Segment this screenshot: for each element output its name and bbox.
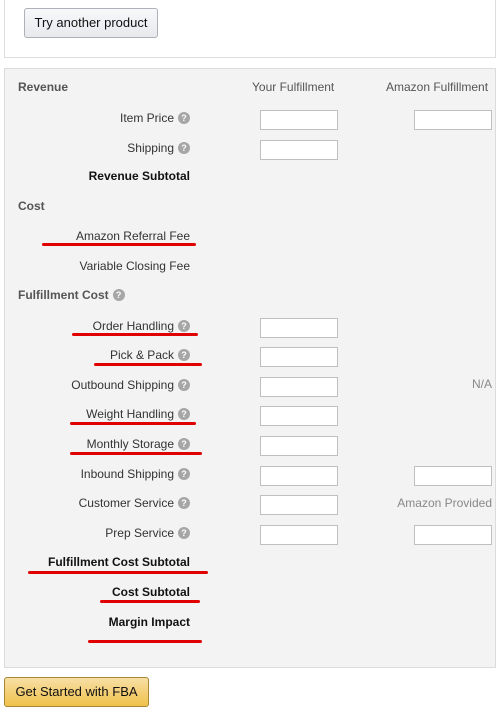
weight-handling-label: Weight Handling? [86, 406, 190, 422]
cost-subtotal-label: Cost Subtotal [112, 585, 190, 599]
prep-service-label: Prep Service? [105, 525, 190, 541]
shipping-label: Shipping? [127, 140, 190, 156]
margin-impact-label: Margin Impact [108, 615, 190, 629]
revenue-subtotal-label: Revenue Subtotal [88, 169, 190, 183]
pick-pack-input[interactable] [260, 347, 338, 367]
outbound-shipping-label: Outbound Shipping? [71, 377, 190, 393]
try-another-product-button[interactable]: Try another product [24, 8, 158, 38]
pick-pack-label: Pick & Pack? [110, 347, 190, 363]
help-icon[interactable]: ? [178, 407, 190, 420]
inbound-shipping-amazon-input[interactable] [414, 466, 492, 486]
customer-service-amazon-value: Amazon Provided [397, 496, 492, 510]
variable-closing-fee-label: Variable Closing Fee [79, 259, 190, 273]
margin-impact-underline [88, 640, 202, 643]
fulfillment-cost-section-title: Fulfillment Cost? [18, 288, 125, 302]
top-area: Try another product [0, 0, 500, 60]
outbound-shipping-input[interactable] [260, 377, 338, 397]
help-icon[interactable]: ? [178, 526, 190, 539]
item-price-your-input[interactable] [260, 110, 338, 130]
inbound-shipping-label: Inbound Shipping? [81, 466, 190, 482]
help-icon[interactable]: ? [178, 348, 190, 361]
customer-service-label: Customer Service? [79, 495, 190, 511]
order-handling-input[interactable] [260, 318, 338, 338]
inbound-shipping-your-input[interactable] [260, 466, 338, 486]
help-icon[interactable]: ? [178, 319, 190, 332]
prep-service-your-input[interactable] [260, 525, 338, 545]
help-icon[interactable]: ? [112, 288, 125, 301]
item-price-label: Item Price? [120, 110, 190, 126]
order-handling-underline [72, 333, 198, 336]
weight-handling-input[interactable] [260, 406, 338, 426]
fee-calculator-panel [4, 68, 496, 668]
pick-pack-underline [94, 363, 202, 366]
referral-fee-underline [42, 243, 196, 246]
monthly-storage-label: Monthly Storage? [87, 436, 190, 452]
fulfillment-subtotal-underline [28, 571, 208, 574]
weight-handling-underline [70, 422, 196, 425]
help-icon[interactable]: ? [178, 111, 190, 124]
get-started-with-fba-button[interactable]: Get Started with FBA [4, 677, 149, 707]
help-icon[interactable]: ? [178, 437, 190, 450]
outbound-shipping-amazon-value: N/A [471, 377, 492, 391]
revenue-header: Revenue [18, 80, 69, 94]
help-icon[interactable]: ? [178, 141, 190, 154]
help-icon[interactable]: ? [178, 467, 190, 480]
help-icon[interactable]: ? [178, 378, 190, 391]
fulfillment-cost-subtotal-label: Fulfillment Cost Subtotal [48, 555, 190, 569]
help-icon[interactable]: ? [178, 496, 190, 509]
cost-subtotal-underline [100, 600, 200, 603]
amazon-fulfillment-header: Amazon Fulfillment [386, 80, 489, 94]
order-handling-label: Order Handling? [93, 318, 190, 334]
monthly-storage-input[interactable] [260, 436, 338, 456]
customer-service-input[interactable] [260, 495, 338, 515]
prep-service-amazon-input[interactable] [414, 525, 492, 545]
your-fulfillment-header: Your Fulfillment [252, 80, 335, 94]
cost-section-title: Cost [18, 199, 45, 213]
amazon-referral-fee-label: Amazon Referral Fee [75, 229, 190, 243]
monthly-storage-underline [70, 452, 202, 455]
item-price-amazon-input[interactable] [414, 110, 492, 130]
shipping-your-input[interactable] [260, 140, 338, 160]
